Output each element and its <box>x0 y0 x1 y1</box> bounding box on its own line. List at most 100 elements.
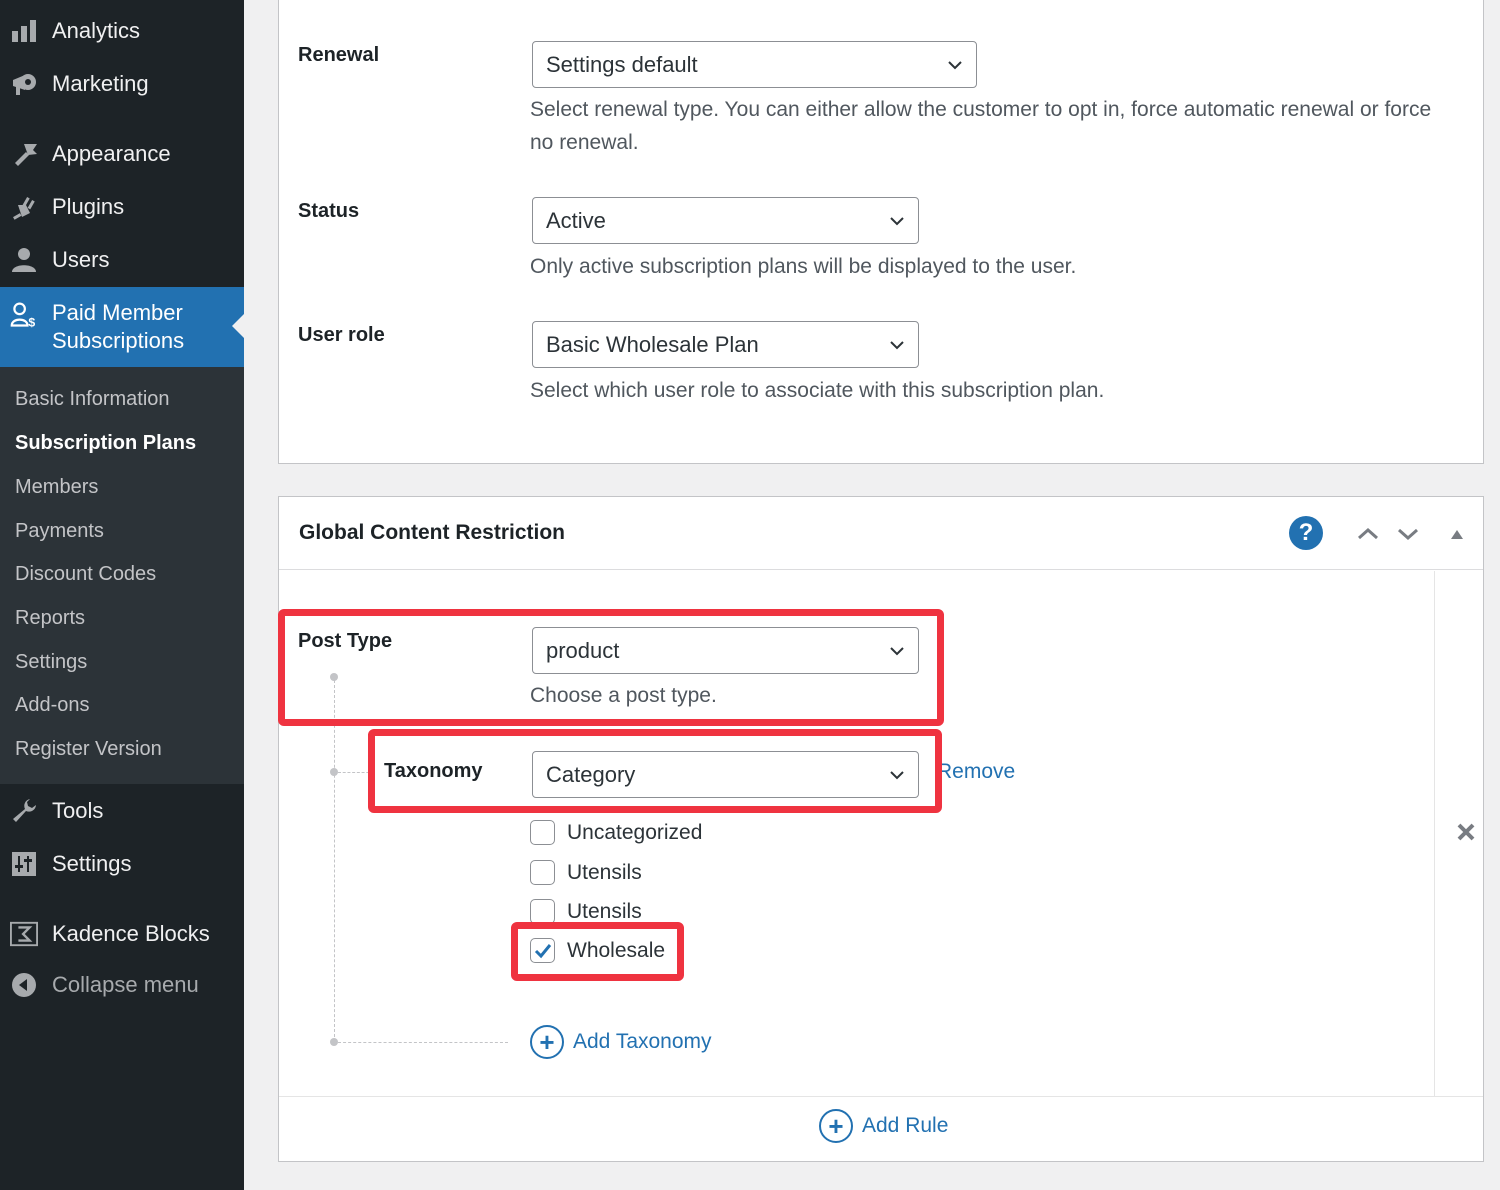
add-rule-button[interactable]: + Add Rule <box>819 1109 948 1143</box>
add-taxonomy-label: Add Taxonomy <box>573 1030 712 1053</box>
renewal-select[interactable]: Settings default <box>532 41 977 88</box>
svg-text:$: $ <box>28 315 35 329</box>
megaphone-icon <box>10 70 38 98</box>
plus-circle-icon: + <box>530 1025 564 1059</box>
renewal-select-value: Settings default <box>546 51 698 77</box>
sidebar-item-marketing[interactable]: Marketing <box>0 59 244 109</box>
sidebar-item-tools[interactable]: Tools <box>0 786 244 836</box>
term-label: Uncategorized <box>567 820 703 844</box>
user-role-label: User role <box>298 324 385 346</box>
renewal-description: Select renewal type. You can either allo… <box>530 98 1432 154</box>
add-rule-label: Add Rule <box>862 1114 949 1137</box>
sidebar-item-paid-member-subscriptions[interactable]: $ Paid Member Subscriptions <box>0 287 244 367</box>
checkbox[interactable] <box>530 899 555 924</box>
taxonomy-label: Taxonomy <box>384 760 483 782</box>
submenu: Basic Information Subscription Plans Mem… <box>0 367 244 784</box>
move-up-button[interactable] <box>1353 519 1383 549</box>
member-dollar-icon: $ <box>10 301 38 329</box>
post-type-select[interactable]: product <box>532 627 919 674</box>
sidebar-item-users[interactable]: Users <box>0 235 244 285</box>
column-divider <box>1434 571 1435 1096</box>
term-label: Utensils <box>567 860 642 884</box>
sliders-icon <box>10 850 38 878</box>
taxonomy-select[interactable]: Category <box>532 751 919 798</box>
sidebar-item-label: Kadence Blocks <box>52 921 210 946</box>
collapse-arrow-icon <box>10 971 38 999</box>
status-label: Status <box>298 200 360 222</box>
sidebar-item-label-line1: Paid Member <box>52 300 183 325</box>
user-role-select[interactable]: Basic Wholesale Plan <box>532 321 919 368</box>
user-icon <box>10 246 38 274</box>
sidebar-item-plugins[interactable]: Plugins <box>0 182 244 232</box>
sidebar-item-analytics[interactable]: Analytics <box>0 6 244 56</box>
submenu-item-discount-codes[interactable]: Discount Codes <box>15 563 156 586</box>
renewal-label: Renewal <box>298 44 380 66</box>
collapse-menu-button[interactable]: Collapse menu <box>0 960 244 1010</box>
sidebar-item-label: Users <box>52 247 110 272</box>
submenu-item-subscription-plans[interactable]: Subscription Plans <box>15 432 196 455</box>
term-label: Utensils <box>567 899 642 923</box>
checkbox[interactable] <box>530 820 555 845</box>
triangle-up-icon <box>1451 530 1463 539</box>
sidebar-item-kadence-blocks[interactable]: Kadence Blocks <box>0 909 244 959</box>
status-select[interactable]: Active <box>532 197 919 244</box>
submenu-item-settings[interactable]: Settings <box>15 651 87 674</box>
user-role-select-value: Basic Wholesale Plan <box>546 331 759 357</box>
post-type-description: Choose a post type. <box>530 684 717 707</box>
chevron-down-icon <box>890 771 904 780</box>
sidebar-item-label: Marketing <box>52 71 149 96</box>
post-type-select-value: product <box>546 637 620 663</box>
active-indicator-arrow <box>232 314 244 338</box>
move-down-button[interactable] <box>1393 519 1423 549</box>
help-icon[interactable]: ? <box>1289 516 1323 550</box>
chevron-down-icon <box>1398 528 1418 541</box>
sidebar-item-label-line2: Subscriptions <box>52 328 185 353</box>
taxonomy-select-value: Category <box>546 761 636 787</box>
sidebar-item-label: Collapse menu <box>52 972 199 997</box>
submenu-item-members[interactable]: Members <box>15 476 98 499</box>
submenu-item-register-version[interactable]: Register Version <box>15 738 162 761</box>
toggle-panel-button[interactable] <box>1442 519 1472 549</box>
plug-icon <box>10 193 38 221</box>
sidebar-item-label: Plugins <box>52 194 125 219</box>
sidebar-item-label: Tools <box>52 798 104 823</box>
tree-connector-vertical <box>334 680 335 1042</box>
tree-node-dot <box>330 1038 338 1046</box>
submenu-item-payments[interactable]: Payments <box>15 520 104 543</box>
term-checkbox-utensils[interactable]: Utensils <box>530 860 642 885</box>
checkmark-icon <box>534 943 551 958</box>
remove-taxonomy-link[interactable]: Remove <box>937 760 1015 784</box>
term-checkbox-utensils-2[interactable]: Utensils <box>530 899 642 924</box>
global-content-restriction-panel: Global Content Restriction ? <box>278 496 1484 1162</box>
checkbox-checked[interactable] <box>530 938 555 963</box>
remove-rule-icon[interactable] <box>1453 819 1479 845</box>
kadence-icon <box>10 920 38 948</box>
paintbrush-icon <box>10 140 38 168</box>
term-checkbox-uncategorized[interactable]: Uncategorized <box>530 820 702 845</box>
sidebar-item-settings[interactable]: Settings <box>0 839 244 889</box>
tree-node-dot <box>330 768 338 776</box>
sidebar-item-label: Settings <box>52 851 132 876</box>
term-checkbox-wholesale[interactable]: Wholesale <box>530 938 665 963</box>
chevron-up-icon <box>1358 527 1378 540</box>
submenu-item-basic-information[interactable]: Basic Information <box>15 388 170 411</box>
add-taxonomy-button[interactable]: + Add Taxonomy <box>530 1025 712 1059</box>
status-select-value: Active <box>546 207 606 233</box>
sidebar-item-appearance[interactable]: Appearance <box>0 129 244 179</box>
tree-connector-horizontal <box>338 772 374 773</box>
chevron-down-icon <box>948 61 962 70</box>
sidebar-item-label: Appearance <box>52 141 171 166</box>
checkbox[interactable] <box>530 860 555 885</box>
user-role-description: Select which user role to associate with… <box>530 379 1105 402</box>
panel-header: Global Content Restriction ? <box>279 497 1483 570</box>
submenu-item-reports[interactable]: Reports <box>15 607 85 630</box>
sidebar-item-label: Analytics <box>52 18 141 43</box>
chevron-down-icon <box>890 217 904 226</box>
plus-circle-icon: + <box>819 1109 853 1143</box>
term-label: Wholesale <box>567 938 666 962</box>
admin-sidebar: Analytics Marketing Appearance Plugins U… <box>0 0 244 1190</box>
submenu-item-add-ons[interactable]: Add-ons <box>15 694 90 717</box>
tree-connector-horizontal <box>338 1042 508 1043</box>
footer-divider <box>279 1096 1483 1097</box>
wrench-icon <box>10 797 38 825</box>
